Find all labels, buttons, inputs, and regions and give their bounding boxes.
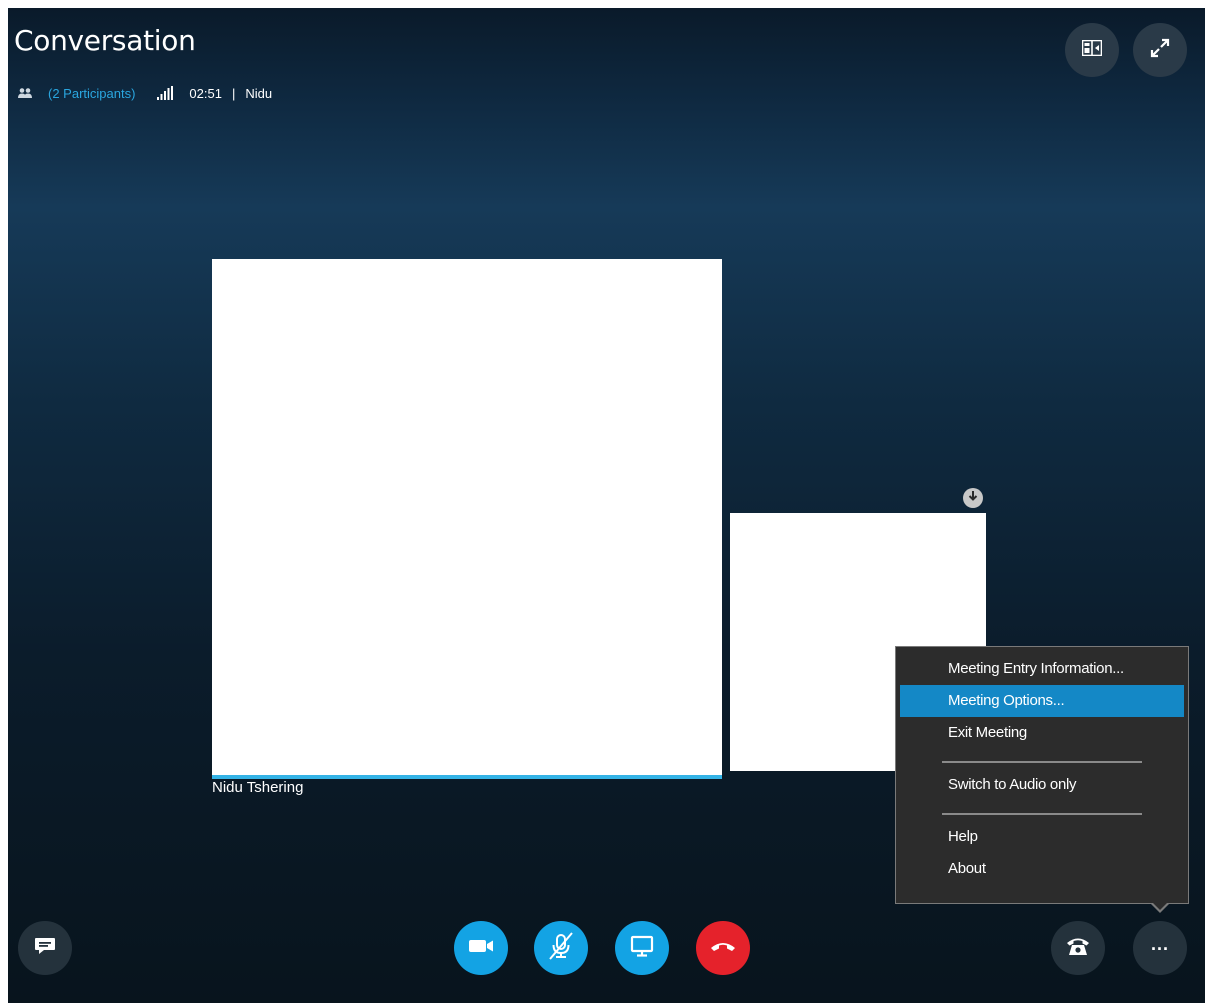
menu-item-help[interactable]: Help [900,821,1184,853]
dock-preview-button[interactable] [963,488,983,508]
menu-item-meeting-entry-info[interactable]: Meeting Entry Information... [900,653,1184,685]
expand-icon [1150,38,1170,63]
present-screen-button[interactable] [615,921,669,975]
more-options-menu: Meeting Entry Information... Meeting Opt… [895,646,1189,904]
menu-item-switch-audio-only[interactable]: Switch to Audio only [900,769,1184,801]
chat-button[interactable] [18,921,72,975]
microphone-muted-icon [546,931,576,966]
full-screen-button[interactable] [1133,23,1187,77]
menu-item-exit-meeting[interactable]: Exit Meeting [900,717,1184,749]
hang-up-button[interactable] [696,921,750,975]
presenter-name: Nidu [245,85,273,101]
participants-link[interactable]: (2 Participants) [48,86,135,101]
more-options-button[interactable]: ... [1133,921,1187,975]
mute-microphone-button[interactable] [534,921,588,975]
layout-toggle-button[interactable] [1065,23,1119,77]
window-title: Conversation [14,24,196,57]
more-options-icon: ... [1150,933,1169,954]
main-video-participant-name: Nidu Tshering [212,779,304,796]
video-camera-icon [468,937,494,960]
present-screen-icon [630,935,654,962]
call-controls-button[interactable] [1051,921,1105,975]
main-video-feed [212,259,722,779]
call-quality-signal-icon[interactable] [157,86,174,100]
hang-up-icon [709,939,737,958]
conversation-info-bar: (2 Participants) 02:51 | Nidu [16,84,272,102]
menu-item-about[interactable]: About [900,853,1184,885]
menu-divider [942,761,1142,763]
arrow-down-icon [967,489,979,507]
participants-icon[interactable] [16,84,34,102]
dialpad-phone-icon [1065,935,1091,962]
call-duration: 02:51 [189,85,222,101]
video-button[interactable] [454,921,508,975]
conversation-window: Conversation (2 Participants) 02:51 | Ni… [8,8,1205,1003]
menu-item-meeting-options[interactable]: Meeting Options... [900,685,1184,717]
menu-divider [942,813,1142,815]
menu-pointer-fill [1152,902,1168,910]
chat-icon [33,934,57,963]
layout-icon [1081,39,1103,61]
info-separator: | [231,85,236,101]
